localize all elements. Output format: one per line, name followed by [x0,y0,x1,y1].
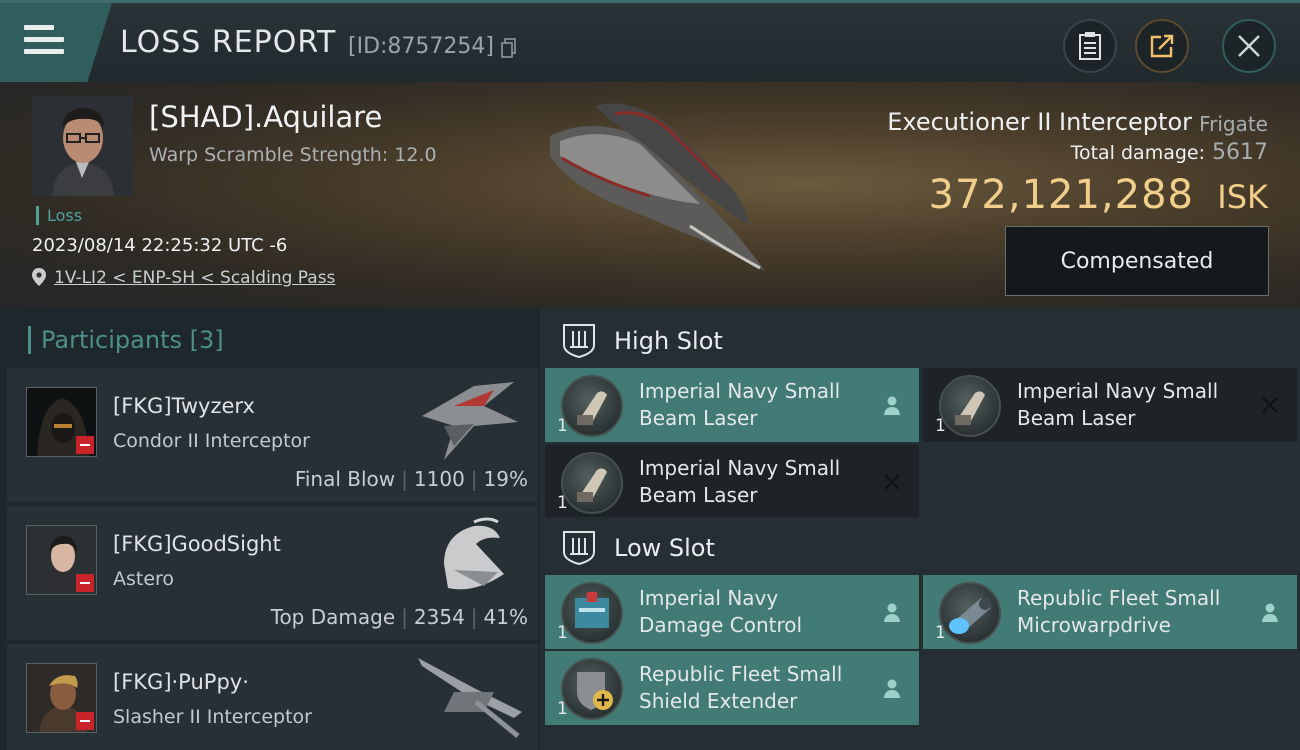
beam-laser-icon [939,375,1001,437]
participant-row[interactable]: [FKG]Twyzerx Condor II Interceptor Final… [7,368,538,502]
participant-role: Final Blow [294,467,396,491]
close-button[interactable] [1222,19,1276,73]
participant-ship: Slasher II Interceptor [113,706,312,728]
timestamp: 2023/08/14 22:25:32 UTC -6 [32,235,288,256]
participant-portrait[interactable] [26,663,97,733]
top-bar: LOSS REPORT [ID:8757254] [0,0,1300,82]
module-item[interactable]: 1 Imperial Navy Small Beam Laser [923,368,1297,442]
module-item[interactable]: 1 Imperial Navy Damage Control [545,575,919,649]
participant-name[interactable]: [FKG]·PuPpy· [113,670,249,694]
participant-ship-image [418,658,522,738]
module-quantity: 1 [935,623,946,643]
isk-unit: ISK [1217,178,1268,216]
beam-laser-icon [561,375,623,437]
participant-damage: 1100 [413,467,465,491]
module-item[interactable]: 1 Imperial Navy Small Beam Laser [545,445,919,517]
shield-extender-icon [561,658,623,720]
person-icon [884,679,900,698]
module-name: Republic Fleet Small Shield Extender [639,662,843,713]
participants-panel: Participants [3] [FKG]Twyzerx Condor II … [0,308,540,750]
ship-name[interactable]: Executioner II Interceptor [887,108,1192,136]
person-icon [884,396,900,415]
participant-ship-image [422,382,518,460]
low-slot-header: Low Slot [562,528,715,568]
participants-count: [3] [189,326,224,354]
victim-name[interactable]: [SHAD].Aquilare [149,100,382,134]
microwarpdrive-icon [939,582,1001,644]
kill-badge-icon [76,712,94,730]
participants-header: Participants [3] [28,326,224,354]
module-quantity: 1 [935,416,946,436]
ship-class: Frigate [1199,112,1268,136]
total-damage-label: Total damage: [1070,142,1205,164]
kill-badge-icon [76,574,94,592]
participant-name[interactable]: [FKG]Twyzerx [113,394,255,418]
victim-portrait[interactable] [32,96,133,196]
module-quantity: 1 [557,623,568,643]
module-quantity: 1 [557,416,568,436]
high-slot-icon [563,324,595,359]
participant-role: Top Damage [270,605,396,629]
participant-ship: Astero [113,568,175,590]
beam-laser-icon [561,452,623,514]
module-item[interactable]: 1 Republic Fleet Small Shield Extender [545,651,919,725]
location-pin-icon [32,268,46,286]
participant-row[interactable]: [FKG]GoodSight Astero Top Damage | 2354 | 41… [7,506,538,640]
menu-icon[interactable] [24,25,64,59]
page-title: LOSS REPORT [120,25,337,60]
module-name: Imperial Navy Small Beam Laser [1017,379,1219,430]
copy-icon[interactable] [501,38,517,58]
person-icon [1262,603,1278,622]
kill-badge-icon [76,436,94,454]
share-button[interactable] [1135,19,1189,73]
participant-percent: 41% [483,605,528,629]
module-name: Imperial Navy Small Beam Laser [639,456,841,507]
warp-scramble-strength: Warp Scramble Strength: 12.0 [149,144,437,166]
damage-control-icon [561,582,623,644]
module-name: Republic Fleet Small Microwarpdrive [1017,586,1221,637]
total-damage-value: 5617 [1212,140,1268,165]
module-name: Imperial Navy Small Beam Laser [639,379,841,430]
participant-row[interactable]: [FKG]·PuPpy· Slasher II Interceptor [7,644,538,750]
compensated-button[interactable]: Compensated [1005,226,1269,296]
isk-value: 372,121,288 [928,172,1194,218]
destroyed-x-icon [884,474,900,490]
module-name: Imperial Navy Damage Control [639,586,803,637]
report-id: [ID:8757254] [348,34,494,59]
share-icon [1150,34,1174,58]
clipboard-button[interactable] [1063,19,1117,73]
high-slot-label: High Slot [614,327,723,355]
module-item[interactable]: 1 Republic Fleet Small Microwarpdrive [923,575,1297,649]
location-link[interactable]: 1V-LI2 < ENP-SH < Scalding Pass [54,268,335,288]
participant-stats: Top Damage | 2354 | 41% [270,605,528,629]
module-item[interactable]: 1 Imperial Navy Small Beam Laser [545,368,919,442]
fitting-panel: High Slot 1 Imperial Navy Small Beam Lase… [540,308,1300,750]
loss-banner: [SHAD].Aquilare Warp Scramble Strength: … [0,82,1300,308]
participant-portrait[interactable] [26,525,97,595]
participant-portrait[interactable] [26,387,97,457]
participant-ship-image [444,517,504,590]
loss-tag: Loss [36,206,82,225]
participants-label: Participants [41,326,182,354]
module-quantity: 1 [557,699,568,719]
clipboard-icon [1079,32,1101,60]
close-icon [1238,35,1260,57]
low-slot-label: Low Slot [614,534,715,562]
participant-damage: 2354 [413,605,465,629]
destroyed-x-icon [1262,397,1278,413]
participant-ship: Condor II Interceptor [113,430,310,452]
participant-stats: Final Blow | 1100 | 19% [294,467,528,491]
participant-name[interactable]: [FKG]GoodSight [113,532,281,556]
high-slot-header: High Slot [562,321,723,361]
ship-render [550,103,765,271]
person-icon [884,603,900,622]
module-quantity: 1 [557,493,568,513]
participant-percent: 19% [483,467,528,491]
low-slot-icon [563,531,595,566]
